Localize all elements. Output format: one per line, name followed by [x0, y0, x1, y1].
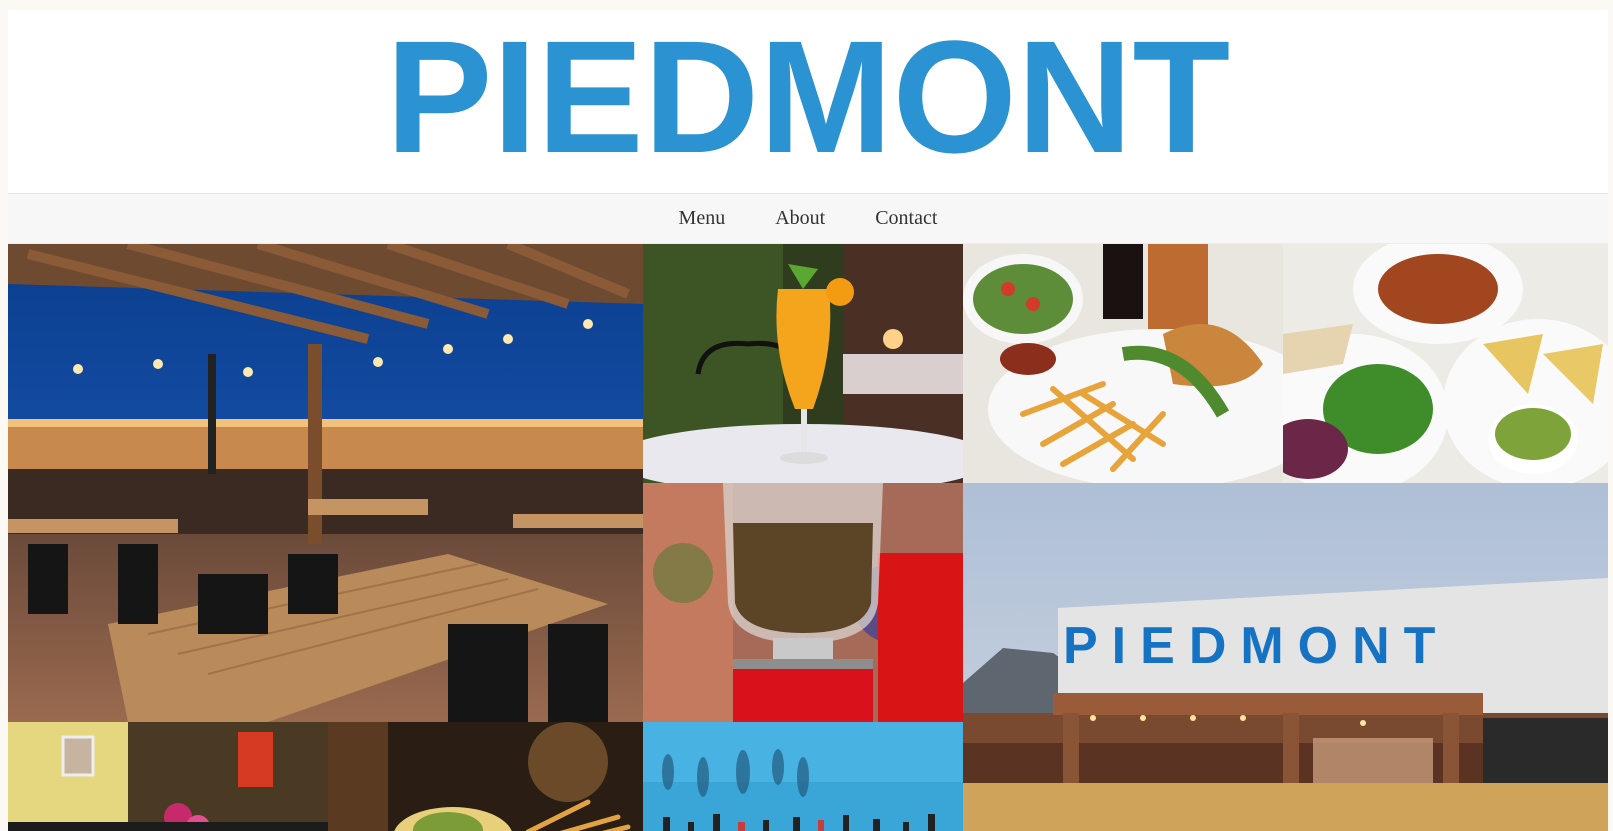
- gallery-photo-grinder[interactable]: [643, 483, 963, 722]
- grinder-image: [643, 483, 963, 722]
- gallery-photo-interior[interactable]: [8, 722, 328, 831]
- gallery-photo-fries[interactable]: [328, 722, 643, 831]
- nav-menu-link[interactable]: Menu: [679, 207, 726, 230]
- main-nav: Menu About Contact: [8, 194, 1608, 244]
- gallery-photo-patio[interactable]: [8, 244, 643, 722]
- cocktail-image: [643, 244, 963, 483]
- fries-image: [328, 722, 643, 831]
- gallery-photo-cocktail[interactable]: [643, 244, 963, 483]
- burger-image: [963, 244, 1283, 483]
- storefront-image: PIEDMONT: [963, 483, 1608, 831]
- nav-contact-link[interactable]: Contact: [875, 207, 937, 230]
- photo-gallery: PIEDMONT: [8, 244, 1608, 831]
- gallery-photo-guacamole[interactable]: [1283, 244, 1608, 483]
- gallery-photo-storefront[interactable]: PIEDMONT: [963, 483, 1608, 831]
- interior-image: [8, 722, 328, 831]
- bar-image: [643, 722, 963, 831]
- guacamole-image: [1283, 244, 1608, 483]
- site-logo[interactable]: PIEDMONT: [8, 10, 1608, 177]
- gallery-photo-bar[interactable]: [643, 722, 963, 831]
- nav-about-link[interactable]: About: [775, 207, 825, 230]
- patio-image: [8, 244, 643, 722]
- site-header: PIEDMONT: [8, 10, 1608, 194]
- storefront-sign: PIEDMONT: [1063, 617, 1449, 675]
- gallery-photo-burger[interactable]: [963, 244, 1283, 483]
- page: PIEDMONT Menu About Contact PIEDMONT: [8, 10, 1608, 831]
